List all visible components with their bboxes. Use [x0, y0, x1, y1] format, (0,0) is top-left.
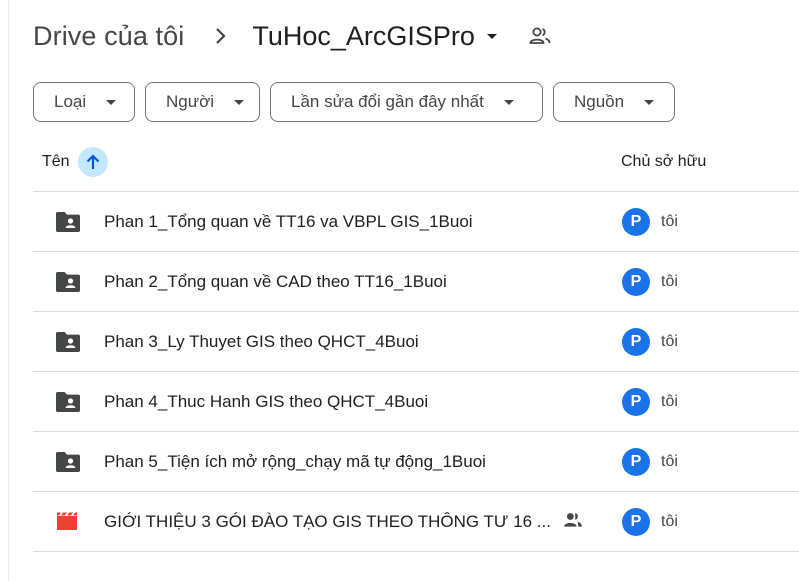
avatar: P [622, 268, 650, 296]
breadcrumb-current-folder[interactable]: TuHoc_ArcGISPro [252, 21, 497, 52]
column-header-name[interactable]: Tên [42, 146, 108, 177]
filter-type-label: Loại [54, 92, 87, 111]
shared-folder-icon [55, 451, 81, 473]
caret-down-icon [486, 33, 497, 39]
shared-people-icon[interactable] [529, 27, 551, 45]
table-row[interactable]: Phan 2_Tổng quan về CAD theo TT16_1Buoi … [33, 252, 799, 312]
sort-ascending-button[interactable] [77, 146, 108, 177]
file-name: Phan 3_Ly Thuyet GIS theo QHCT_4Buoi [104, 332, 419, 351]
avatar: P [622, 328, 650, 356]
shared-folder-icon [55, 211, 81, 233]
filter-modified-button[interactable]: Lần sửa đổi gần đây nhất [270, 82, 543, 122]
file-name: Phan 2_Tổng quan về CAD theo TT16_1Buoi [104, 272, 447, 291]
table-row[interactable]: GIỚI THIỆU 3 GÓI ĐÀO TẠO GIS THEO THÔNG … [33, 492, 799, 552]
left-divider [8, 0, 9, 581]
owner-label: tôi [661, 273, 678, 290]
shared-folder-icon [55, 391, 81, 413]
file-name: Phan 4_Thuc Hanh GIS theo QHCT_4Buoi [104, 392, 429, 411]
table-row[interactable]: Phan 4_Thuc Hanh GIS theo QHCT_4Buoi P t… [33, 372, 799, 432]
file-name: Phan 1_Tổng quan về TT16 va VBPL GIS_1Bu… [104, 212, 473, 231]
shared-folder-icon [55, 331, 81, 353]
filter-people-button[interactable]: Người [145, 82, 260, 122]
file-name: GIỚI THIỆU 3 GÓI ĐÀO TẠO GIS THEO THÔNG … [104, 512, 551, 531]
owner-label: tôi [661, 393, 678, 410]
avatar: P [622, 208, 650, 236]
table-row[interactable]: Phan 1_Tổng quan về TT16 va VBPL GIS_1Bu… [33, 192, 799, 252]
current-folder-title: TuHoc_ArcGISPro [252, 20, 475, 51]
owner-label: tôi [661, 453, 678, 470]
filter-type-button[interactable]: Loại [33, 82, 135, 122]
filter-source-button[interactable]: Nguồn [553, 82, 675, 122]
caret-down-icon [106, 99, 117, 105]
chevron-right-icon [214, 26, 228, 46]
shared-folder-icon [55, 271, 81, 293]
filter-people-label: Người [166, 92, 215, 111]
table-row[interactable]: Phan 5_Tiện ích mở rộng_chạy mã tự động_… [33, 432, 799, 492]
caret-down-icon [503, 99, 514, 105]
avatar: P [622, 448, 650, 476]
owner-label: tôi [661, 333, 678, 350]
breadcrumb: Drive của tôi TuHoc_ArcGISPro [33, 14, 551, 58]
avatar: P [622, 388, 650, 416]
avatar: P [622, 508, 650, 536]
owner-label: tôi [661, 213, 678, 230]
caret-down-icon [234, 99, 245, 105]
breadcrumb-root[interactable]: Drive của tôi [33, 21, 184, 52]
column-header-owner[interactable]: Chủ sở hữu [621, 153, 706, 171]
video-file-icon [55, 511, 81, 533]
caret-down-icon [644, 99, 655, 105]
table-row[interactable]: Phan 3_Ly Thuyet GIS theo QHCT_4Buoi P t… [33, 312, 799, 372]
table-header: Tên Chủ sở hữu [33, 132, 799, 192]
file-name: Phan 5_Tiện ích mở rộng_chạy mã tự động_… [104, 452, 486, 471]
column-name-label: Tên [42, 152, 70, 170]
filter-bar: Loại Người Lần sửa đổi gần đây nhất Nguồ… [33, 82, 675, 122]
filter-modified-label: Lần sửa đổi gần đây nhất [291, 92, 484, 111]
arrow-up-icon [86, 153, 99, 169]
file-list: Tên Chủ sở hữu Phan 1_Tổng quan về TT16 … [33, 132, 799, 552]
filter-source-label: Nguồn [574, 92, 625, 111]
owner-label: tôi [661, 513, 678, 530]
shared-people-icon [563, 512, 583, 532]
